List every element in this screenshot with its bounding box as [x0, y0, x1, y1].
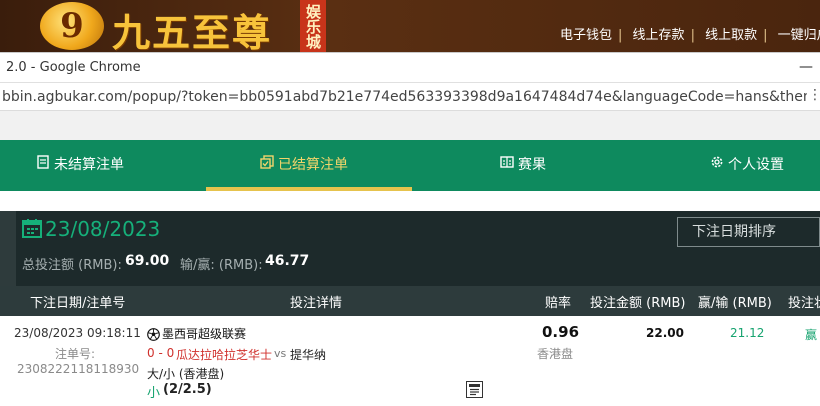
tab-settled[interactable]: 已结算注单 [260, 140, 348, 191]
tab-results[interactable]: 赛果 [500, 140, 546, 191]
active-tab-indicator [206, 187, 412, 191]
copy-check-icon [260, 140, 274, 191]
summary-date: 23/08/2023 [45, 217, 161, 241]
calendar-icon [22, 218, 42, 238]
league-name: 墨西哥超级联赛 [162, 327, 247, 341]
winloss-label: 输/赢: (RMB): [180, 258, 263, 273]
browser-menu-icon[interactable]: ⋮ [808, 87, 820, 103]
bet-datetime: 23/08/2023 09:18:11 [14, 326, 141, 340]
total-bet-value: 69.00 [125, 253, 170, 269]
soccer-ball-icon [147, 326, 160, 341]
tab-unsettled-label: 未结算注单 [54, 157, 124, 173]
site-header: 9 九五至尊 娱乐城 电子钱包 | 线上存款 | 线上取款 | 一键归户 [0, 0, 820, 52]
nav-e-wallet[interactable]: 电子钱包 [560, 28, 612, 43]
total-bet-label: 总投注额 (RMB): [22, 258, 122, 273]
tab-settings[interactable]: 个人设置 [710, 140, 784, 191]
bet-status: 赢 [805, 328, 818, 342]
tab-bar: 未结算注单 已结算注单 赛果 个人设置 [0, 140, 820, 191]
page-top-strip [0, 111, 820, 140]
odds-type: 香港盘 [537, 347, 574, 361]
column-header-status: 投注状 [788, 296, 820, 311]
bet-amount: 22.00 [646, 326, 684, 340]
logo-badge: 娱乐城 [300, 0, 326, 52]
away-team: 提华纳 [290, 348, 327, 362]
tab-results-label: 赛果 [518, 157, 546, 173]
bet-market: 大/小 (香港盘) [147, 367, 225, 381]
bet-selection: 小 [147, 386, 161, 401]
sort-select[interactable]: 下注日期排序 [677, 217, 820, 247]
home-team: 瓜达拉哈拉芝华士 [176, 348, 273, 362]
vs-label: vs [274, 347, 287, 360]
logo-text: 九五至尊 [112, 10, 273, 52]
tab-settings-label: 个人设置 [728, 157, 784, 173]
site-nav: 电子钱包 | 线上存款 | 线上取款 | 一键归户 [560, 24, 820, 43]
bet-winloss: 21.12 [730, 326, 765, 340]
winloss-value: 46.77 [265, 253, 310, 269]
nav-withdraw[interactable]: 线上取款 [705, 28, 757, 43]
ticket-number: 2308222118118930 [17, 362, 140, 376]
address-bar[interactable]: bbin.agbukar.com/popup/?token=bb0591abd7… [0, 82, 820, 111]
document-icon [36, 140, 50, 191]
browser-title-bar: 2.0 - Google Chrome — [0, 52, 820, 82]
column-header-odds: 赔率 [545, 296, 572, 311]
tab-unsettled[interactable]: 未结算注单 [36, 140, 124, 191]
column-header-amount: 投注金额 (RMB) [590, 296, 686, 311]
gear-icon [710, 140, 724, 191]
ticket-label: 注单号: [55, 347, 96, 361]
nav-separator: | [618, 28, 623, 43]
nav-deposit[interactable]: 线上存款 [633, 28, 685, 43]
address-url[interactable]: bbin.agbukar.com/popup/?token=bb0591abd7… [2, 89, 807, 105]
column-header-date: 下注日期/注单号 [30, 296, 126, 311]
summary-edge [0, 211, 16, 286]
scoreboard-icon [500, 140, 514, 191]
nav-consolidate[interactable]: 一键归户 [778, 28, 820, 43]
browser-title: 2.0 - Google Chrome [6, 60, 141, 75]
minimize-button[interactable]: — [796, 55, 816, 79]
tab-settled-label: 已结算注单 [278, 157, 348, 173]
nav-separator: | [763, 28, 768, 43]
column-header-winloss: 赢/输 (RMB) [698, 296, 772, 311]
nav-separator: | [690, 28, 695, 43]
table-header: 下注日期/注单号 投注详情 赔率 投注金额 (RMB) 赢/输 (RMB) 投注… [0, 286, 820, 316]
column-header-detail: 投注详情 [290, 296, 343, 311]
logo-emblem: 9 [40, 2, 104, 50]
bet-line: (2/2.5) [163, 382, 212, 397]
receipt-icon[interactable] [466, 381, 483, 398]
bet-odds: 0.96 [542, 323, 580, 341]
match-score: 0 - 0 [147, 346, 175, 360]
